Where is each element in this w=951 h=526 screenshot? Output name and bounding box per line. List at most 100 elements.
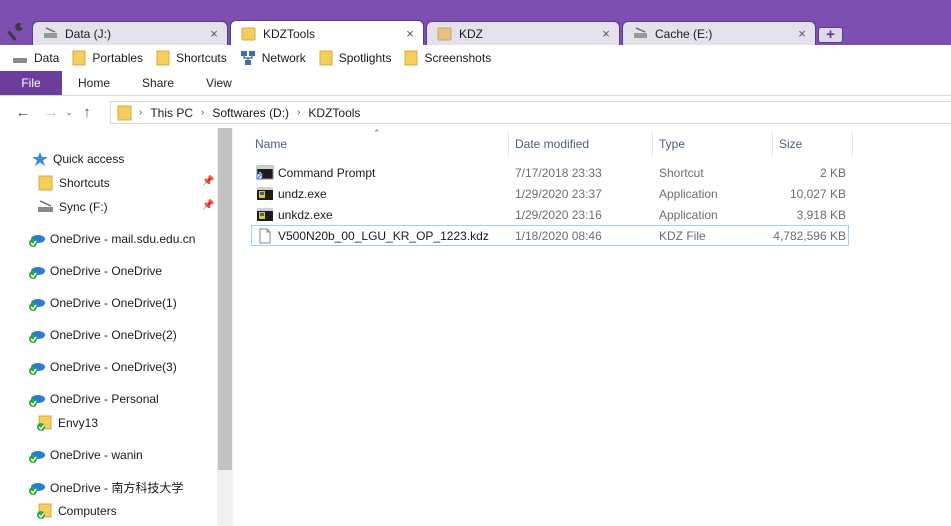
- file-row-command-prompt[interactable]: Command Prompt 7/17/2018 23:33 Shortcut …: [251, 162, 849, 183]
- up-button[interactable]: ↑: [76, 104, 98, 121]
- drive-icon: [634, 26, 647, 38]
- back-button[interactable]: ←: [12, 104, 34, 121]
- onedrive-icon: [29, 331, 45, 343]
- pin-icon[interactable]: 📌: [202, 200, 214, 211]
- ribbon-tab-file[interactable]: File: [0, 71, 62, 95]
- tab-kdztools[interactable]: KDZTools ×: [230, 20, 424, 46]
- nav-scrollbar[interactable]: [217, 128, 233, 526]
- file-type: Shortcut: [659, 166, 704, 180]
- nav-shortcuts[interactable]: Shortcuts: [37, 172, 110, 194]
- tab-label: KDZTools: [263, 26, 316, 41]
- column-label: Size: [779, 137, 803, 151]
- onedrive-icon: [29, 451, 45, 463]
- scrollbar-thumb[interactable]: [218, 128, 232, 470]
- column-header-name[interactable]: Name: [249, 132, 509, 156]
- nav-computers[interactable]: Computers: [36, 500, 117, 522]
- nav-onedrive-personal[interactable]: OneDrive - Personal: [28, 388, 159, 410]
- favorite-data[interactable]: Data: [12, 51, 59, 65]
- close-icon[interactable]: ×: [207, 26, 221, 41]
- ribbon-tab-view[interactable]: View: [190, 71, 248, 95]
- favorite-spotlights[interactable]: Spotlights: [319, 50, 392, 66]
- nav-onedrive-mail-sdu[interactable]: OneDrive - mail.sdu.edu.cn: [28, 228, 195, 250]
- wrench-icon[interactable]: [7, 20, 27, 42]
- nav-label: Envy13: [58, 416, 99, 430]
- breadcrumb-kdztools[interactable]: KDZTools: [308, 106, 360, 120]
- onedrive-icon: [29, 483, 45, 495]
- nav-label: Quick access: [53, 152, 125, 166]
- tab-label: Cache (E:): [655, 26, 713, 41]
- nav-sync-drive[interactable]: Sync (F:): [37, 196, 108, 218]
- nav-onedrive-2[interactable]: OneDrive - OneDrive(2): [28, 324, 177, 346]
- tab-data-drive[interactable]: Data (J:) ×: [32, 21, 228, 45]
- column-label: Type: [659, 137, 686, 151]
- nav-label: OneDrive - Personal: [50, 392, 159, 406]
- ribbon-tab-home[interactable]: Home: [62, 71, 126, 95]
- file-name-cell: Command Prompt: [256, 165, 375, 180]
- file-name: V500N20b_00_LGU_KR_OP_1223.kdz: [278, 229, 489, 243]
- chevron-right-icon[interactable]: ›: [297, 107, 300, 118]
- ribbon-tab-share[interactable]: Share: [126, 71, 190, 95]
- nav-label: OneDrive - mail.sdu.edu.cn: [50, 232, 196, 246]
- file-name-cell: V500N20b_00_LGU_KR_OP_1223.kdz: [256, 228, 489, 244]
- nav-label: OneDrive - wanin: [50, 448, 143, 462]
- close-icon[interactable]: ×: [795, 26, 809, 41]
- folder-icon: [404, 50, 418, 66]
- nav-onedrive-sustech[interactable]: OneDrive - 南方科技大学: [28, 476, 183, 498]
- address-row: ← → ⌄ ↑ › This PC › Softwares (D:) › KDZ…: [0, 97, 951, 128]
- nav-label: Shortcuts: [59, 176, 110, 190]
- column-header-date[interactable]: Date modified: [509, 132, 653, 156]
- tab-label: Data (J:): [65, 26, 112, 41]
- file-icon: [259, 228, 271, 244]
- file-size: 2 KB: [819, 166, 846, 180]
- column-header-type[interactable]: Type: [653, 132, 773, 156]
- favorite-label: Spotlights: [338, 51, 392, 65]
- favorite-label: Portables: [92, 51, 144, 65]
- file-row-unkdz[interactable]: unkdz.exe 1/29/2020 23:16 Application 3,…: [251, 204, 849, 225]
- forward-button[interactable]: →: [40, 104, 62, 121]
- nav-label: OneDrive - 南方科技大学: [50, 480, 184, 495]
- file-row-kdz[interactable]: V500N20b_00_LGU_KR_OP_1223.kdz 1/18/2020…: [251, 225, 849, 246]
- exe-icon: [257, 187, 273, 200]
- onedrive-icon: [29, 395, 45, 407]
- folder-icon: [241, 27, 256, 40]
- favorite-label: Network: [261, 51, 306, 65]
- favorite-portables[interactable]: Portables: [72, 50, 143, 66]
- file-row-undz[interactable]: undz.exe 1/29/2020 23:37 Application 10,…: [251, 183, 849, 204]
- file-name-cell: unkdz.exe: [256, 207, 333, 222]
- column-label: Name: [255, 137, 288, 151]
- pin-icon[interactable]: 📌: [202, 176, 214, 187]
- nav-label: OneDrive - OneDrive(3): [50, 360, 177, 374]
- tab-kdz[interactable]: KDZ ×: [426, 21, 620, 45]
- file-date: 1/29/2020 23:16: [515, 208, 602, 222]
- ribbon-tabs: File Home Share View: [0, 71, 951, 96]
- nav-onedrive-onedrive[interactable]: OneDrive - OneDrive: [28, 260, 162, 282]
- favorite-network[interactable]: Network: [240, 50, 306, 66]
- column-header-size[interactable]: Size: [773, 132, 853, 156]
- breadcrumb-softwares[interactable]: Softwares (D:): [212, 106, 289, 120]
- nav-label: OneDrive - OneDrive(1): [50, 296, 177, 310]
- nav-onedrive-wanin[interactable]: OneDrive - wanin: [28, 444, 143, 466]
- favorite-screenshots[interactable]: Screenshots: [404, 50, 491, 66]
- nav-envy13[interactable]: Envy13: [36, 412, 98, 434]
- favorite-shortcuts[interactable]: Shortcuts: [156, 50, 227, 66]
- file-name-cell: undz.exe: [256, 186, 327, 201]
- drive-icon: [13, 58, 27, 63]
- address-bar[interactable]: › This PC › Softwares (D:) › KDZTools: [110, 101, 951, 124]
- file-date: 7/17/2018 23:33: [515, 166, 602, 180]
- chevron-right-icon[interactable]: ›: [201, 107, 204, 118]
- nav-onedrive-3[interactable]: OneDrive - OneDrive(3): [28, 356, 177, 378]
- close-icon[interactable]: ×: [599, 26, 613, 41]
- file-size: 10,027 KB: [789, 187, 846, 201]
- breadcrumb-this-pc[interactable]: This PC: [150, 106, 193, 120]
- network-icon: [240, 51, 255, 65]
- close-icon[interactable]: ×: [403, 26, 417, 41]
- file-list: ⌃ Name Date modified Type Size Command P…: [233, 128, 951, 526]
- folder-synced-icon: [37, 503, 52, 519]
- nav-onedrive-1[interactable]: OneDrive - OneDrive(1): [28, 292, 177, 314]
- new-tab-button[interactable]: +: [818, 27, 843, 43]
- tab-cache-drive[interactable]: Cache (E:) ×: [622, 21, 816, 45]
- recent-locations-button[interactable]: ⌄: [62, 107, 76, 118]
- nav-quick-access[interactable]: Quick access: [31, 148, 124, 170]
- nav-label: OneDrive - OneDrive(2): [50, 328, 177, 342]
- onedrive-icon: [29, 267, 45, 279]
